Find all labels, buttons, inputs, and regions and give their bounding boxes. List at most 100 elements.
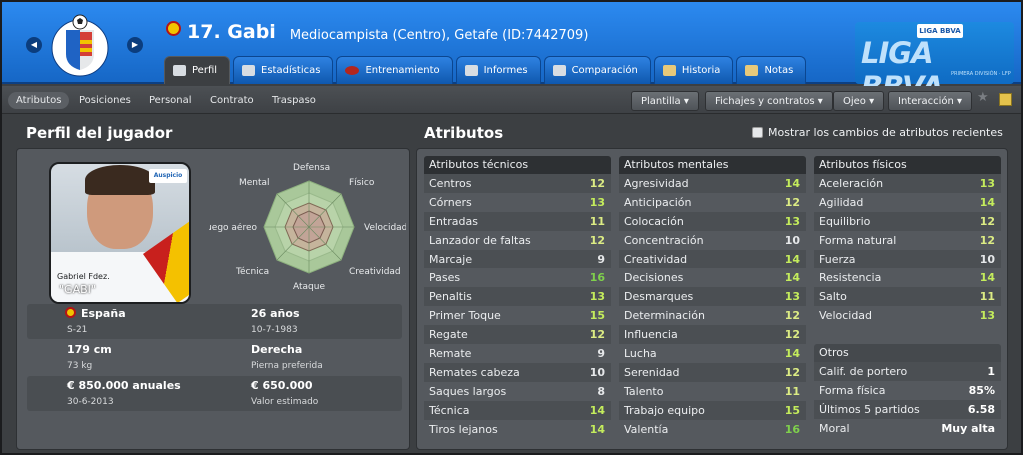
attribute-row[interactable]: Remate 9	[424, 344, 611, 363]
attribute-name: Últimos 5 partidos	[819, 402, 920, 416]
nationality-value[interactable]: España	[65, 307, 126, 320]
dashboard-icon[interactable]	[999, 93, 1012, 106]
attribute-row[interactable]: Entradas 11	[424, 211, 611, 231]
plantilla-dropdown[interactable]: Plantilla	[631, 91, 699, 111]
attribute-row[interactable]: Lanzador de faltas 12	[424, 231, 611, 250]
attribute-row[interactable]: Salto 11	[814, 287, 1001, 307]
attribute-value: 6.58	[967, 402, 995, 416]
attribute-value: 85%	[968, 383, 995, 397]
attribute-row[interactable]: Regate 12	[424, 325, 611, 345]
tab-historia[interactable]: Historia	[653, 56, 734, 84]
attribute-row[interactable]: Velocidad 13	[814, 306, 1001, 325]
club-crest-icon[interactable]	[50, 10, 110, 78]
prev-player-button[interactable]: ◀	[26, 37, 42, 53]
ojeo-dropdown[interactable]: Ojeo	[833, 91, 885, 111]
attribute-name: Tiros lejanos	[429, 422, 498, 436]
attribute-row[interactable]: Anticipación 12	[619, 193, 806, 212]
attribute-row[interactable]: Colocación 13	[619, 211, 806, 231]
attribute-value: Muy alta	[941, 421, 995, 435]
attribute-name: Forma natural	[819, 233, 897, 247]
attribute-value: 11	[979, 290, 995, 304]
attribute-row[interactable]: Córners 13	[424, 193, 611, 212]
info-row-contract: € 850.000 anuales 30-6-2013 € 650.000 Va…	[27, 376, 402, 411]
tab-entrenamiento[interactable]: Entrenamiento	[336, 56, 453, 84]
attribute-name: Penaltis	[429, 290, 472, 304]
attribute-row[interactable]: Técnica 14	[424, 400, 611, 420]
attribute-row[interactable]: Agilidad 14	[814, 193, 1001, 212]
attribute-name: Primer Toque	[429, 309, 501, 323]
attribute-row[interactable]: Fuerza 10	[814, 249, 1001, 269]
attribute-row[interactable]: Concentración 10	[619, 231, 806, 250]
attribute-value: 14	[589, 422, 605, 436]
player-position-club: Mediocampista (Centro), Getafe (ID:74427…	[289, 28, 589, 43]
attribute-row[interactable]: Serenidad 12	[619, 362, 806, 382]
tab-notas[interactable]: Notas	[736, 56, 807, 84]
attribute-row[interactable]: Moral Muy alta	[814, 419, 1001, 438]
attribute-row[interactable]: Agresividad 14	[619, 174, 806, 193]
attribute-row[interactable]: Centros 12	[424, 174, 611, 193]
attributes-section-title: Atributos	[424, 124, 504, 142]
attribute-value: 12	[784, 365, 800, 379]
attribute-row[interactable]: Resistencia 14	[814, 268, 1001, 287]
tab-informes[interactable]: Informes	[455, 56, 541, 84]
tab-estadisticas[interactable]: Estadísticas	[233, 56, 334, 84]
attribute-row[interactable]: Marcaje 9	[424, 249, 611, 269]
attribute-value: 15	[589, 309, 605, 323]
attribute-row[interactable]: Forma física 85%	[814, 381, 1001, 400]
attribute-row[interactable]: Últimos 5 partidos 6.58	[814, 399, 1001, 419]
attribute-value: 14	[784, 176, 800, 190]
attribute-row[interactable]: Penaltis 13	[424, 287, 611, 307]
attribute-row[interactable]: Valentía 16	[619, 420, 806, 439]
radar-label-defensa: Defensa	[293, 163, 331, 173]
wage-value[interactable]: € 850.000 anuales	[67, 379, 181, 392]
attribute-row[interactable]: Trabajo equipo 15	[619, 400, 806, 420]
attribute-value: 10	[589, 365, 605, 379]
profile-section-title: Perfil del jugador	[26, 124, 173, 142]
attribute-row[interactable]: Lucha 14	[619, 344, 806, 363]
attribute-row[interactable]: Decisiones 14	[619, 268, 806, 287]
attribute-value: 9	[597, 346, 605, 360]
attribute-name: Técnica	[429, 403, 470, 417]
tab-perfil[interactable]: Perfil	[164, 56, 231, 84]
preferred-foot-label: Pierna preferida	[251, 361, 323, 371]
subtab-traspaso[interactable]: Traspaso	[264, 92, 324, 109]
attribute-row[interactable]: Primer Toque 15	[424, 306, 611, 325]
attributes-panel: Atributos técnicos Centros 12 Córners 13 Ent…	[416, 148, 1008, 450]
attribute-name: Determinación	[624, 309, 705, 323]
attribute-row[interactable]: Tiros lejanos 14	[424, 420, 611, 439]
subtab-personal[interactable]: Personal	[141, 92, 200, 109]
tab-comparacion[interactable]: Comparación	[543, 56, 651, 84]
attribute-row[interactable]: Forma natural 12	[814, 231, 1001, 250]
attribute-name: Anticipación	[624, 195, 692, 209]
attribute-value: 14	[784, 346, 800, 360]
attribute-row[interactable]: Saques largos 8	[424, 382, 611, 401]
attribute-name: Agilidad	[819, 195, 864, 209]
attribute-row[interactable]: Talento 11	[619, 382, 806, 401]
attribute-name: Lanzador de faltas	[429, 233, 531, 247]
interaccion-dropdown[interactable]: Interacción	[888, 91, 973, 111]
league-logo[interactable]: LIGA BBVA LIGA BBVA PRIMERA DIVISIÓN · L…	[855, 22, 1014, 104]
attribute-name: Centros	[429, 176, 472, 190]
attribute-row[interactable]: Determinación 12	[619, 306, 806, 325]
next-player-button[interactable]: ▶	[127, 37, 143, 53]
fichajes-dropdown[interactable]: Fichajes y contratos	[705, 91, 833, 111]
show-changes-checkbox[interactable]	[752, 127, 763, 138]
attribute-row[interactable]: Influencia 12	[619, 325, 806, 345]
show-changes-label[interactable]: Mostrar los cambios de atributos recient…	[768, 126, 1003, 139]
subtab-posiciones[interactable]: Posiciones	[71, 92, 139, 109]
attribute-row[interactable]: Remates cabeza 10	[424, 362, 611, 382]
attribute-value: 9	[597, 252, 605, 266]
attribute-row[interactable]: Creatividad 14	[619, 249, 806, 269]
subtab-atributos[interactable]: Atributos	[8, 92, 70, 109]
training-ball-icon	[345, 66, 360, 75]
attribute-row[interactable]: Equilibrio 12	[814, 211, 1001, 231]
attribute-row[interactable]: Pases 16	[424, 268, 611, 287]
attribute-row[interactable]: Desmarques 13	[619, 287, 806, 307]
estimated-value: € 650.000	[251, 379, 313, 392]
subtab-contrato[interactable]: Contrato	[202, 92, 262, 109]
attribute-row[interactable]: Calif. de portero 1	[814, 362, 1001, 381]
attribute-value: 14	[589, 403, 605, 417]
attribute-row[interactable]: Aceleración 13	[814, 174, 1001, 193]
favorite-star-icon[interactable]: ★	[977, 90, 989, 105]
attribute-name: Pases	[429, 271, 461, 285]
